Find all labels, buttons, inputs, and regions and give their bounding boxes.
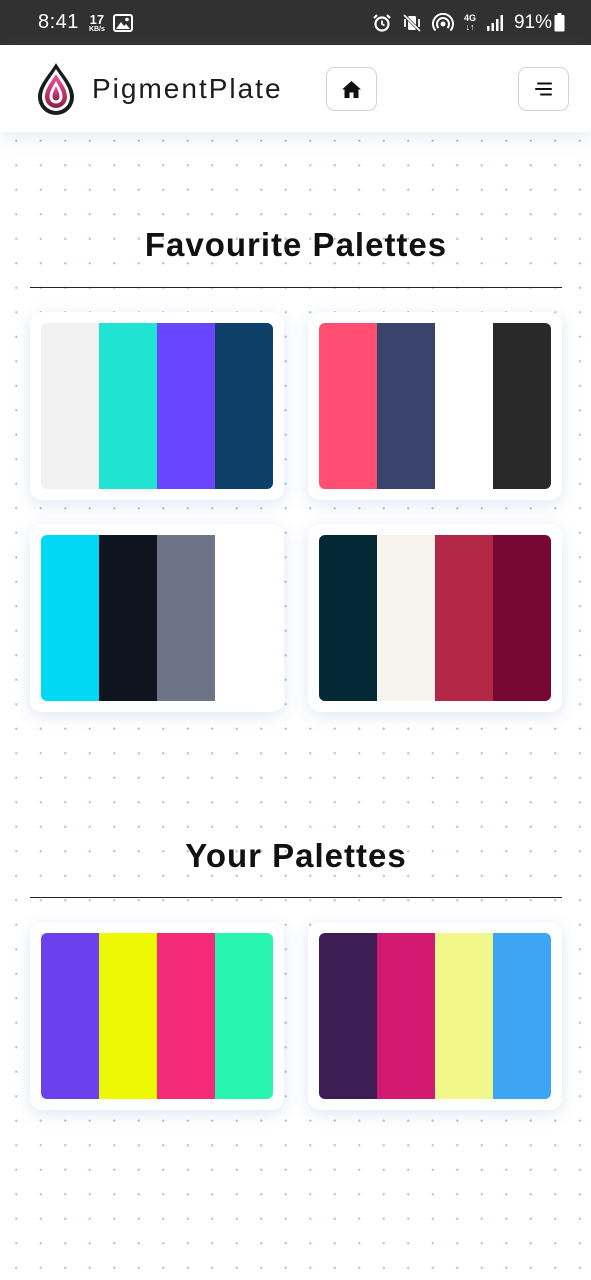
net-speed: 17 KB/s [89, 13, 105, 33]
net-speed-value: 17 [89, 11, 105, 27]
color-swatch[interactable] [493, 933, 551, 1099]
color-swatch[interactable] [377, 535, 435, 701]
network-type: 4G ↓↑ [464, 13, 476, 32]
color-swatch[interactable] [435, 535, 493, 701]
color-swatch[interactable] [493, 535, 551, 701]
color-swatch[interactable] [41, 323, 99, 489]
palette-card[interactable] [308, 922, 562, 1110]
your-palettes-heading: Your Palettes [185, 837, 407, 874]
palette-swatches [41, 323, 273, 489]
color-swatch[interactable] [319, 535, 377, 701]
app-header: PigmentPlate [0, 45, 591, 132]
palette-swatches [41, 933, 273, 1099]
color-swatch[interactable] [435, 933, 493, 1099]
palette-card[interactable] [30, 922, 284, 1110]
menu-button[interactable] [518, 67, 569, 111]
favourite-palettes-heading: Favourite Palettes [144, 226, 448, 263]
battery-icon [554, 13, 565, 32]
status-icons: 4G ↓↑ 91% [372, 12, 565, 34]
color-swatch[interactable] [157, 933, 215, 1099]
signal-icon [486, 14, 503, 31]
color-swatch[interactable] [99, 535, 157, 701]
section-divider [30, 287, 562, 288]
palette-card[interactable] [30, 312, 284, 500]
home-button[interactable] [326, 67, 377, 111]
net-speed-unit: KB/s [88, 25, 105, 33]
battery-percent: 91% [513, 11, 552, 33]
color-swatch[interactable] [99, 933, 157, 1099]
color-swatch[interactable] [41, 535, 99, 701]
color-swatch[interactable] [319, 933, 377, 1099]
color-swatch[interactable] [493, 323, 551, 489]
brand-name[interactable]: PigmentPlate [92, 73, 283, 105]
network-arrows: ↓↑ [465, 21, 475, 32]
status-bar: 8:41 17 KB/s 4G ↓↑ 91% [0, 0, 591, 45]
color-swatch[interactable] [99, 323, 157, 489]
menu-icon [534, 82, 552, 96]
color-swatch[interactable] [157, 323, 215, 489]
status-time: 8:41 [38, 11, 79, 33]
color-swatch[interactable] [377, 323, 435, 489]
color-swatch[interactable] [41, 933, 99, 1099]
palette-swatches [319, 323, 551, 489]
palette-swatches [41, 535, 273, 701]
alarm-icon [373, 13, 391, 32]
color-swatch[interactable] [157, 535, 215, 701]
palette-swatches [319, 535, 551, 701]
color-swatch[interactable] [377, 933, 435, 1099]
color-swatch[interactable] [435, 323, 493, 489]
palette-card[interactable] [308, 312, 562, 500]
droplet-logo-icon[interactable] [35, 61, 77, 117]
color-swatch[interactable] [215, 323, 273, 489]
color-swatch[interactable] [215, 933, 273, 1099]
gallery-notification-icon [112, 13, 133, 32]
hotspot-icon [431, 12, 454, 31]
palette-swatches [319, 933, 551, 1099]
section-divider [30, 897, 562, 898]
color-swatch[interactable] [215, 535, 273, 701]
vibrate-mute-icon [402, 13, 422, 32]
palette-card[interactable] [308, 524, 562, 712]
home-icon [342, 80, 361, 98]
palette-card[interactable] [30, 524, 284, 712]
color-swatch[interactable] [319, 323, 377, 489]
